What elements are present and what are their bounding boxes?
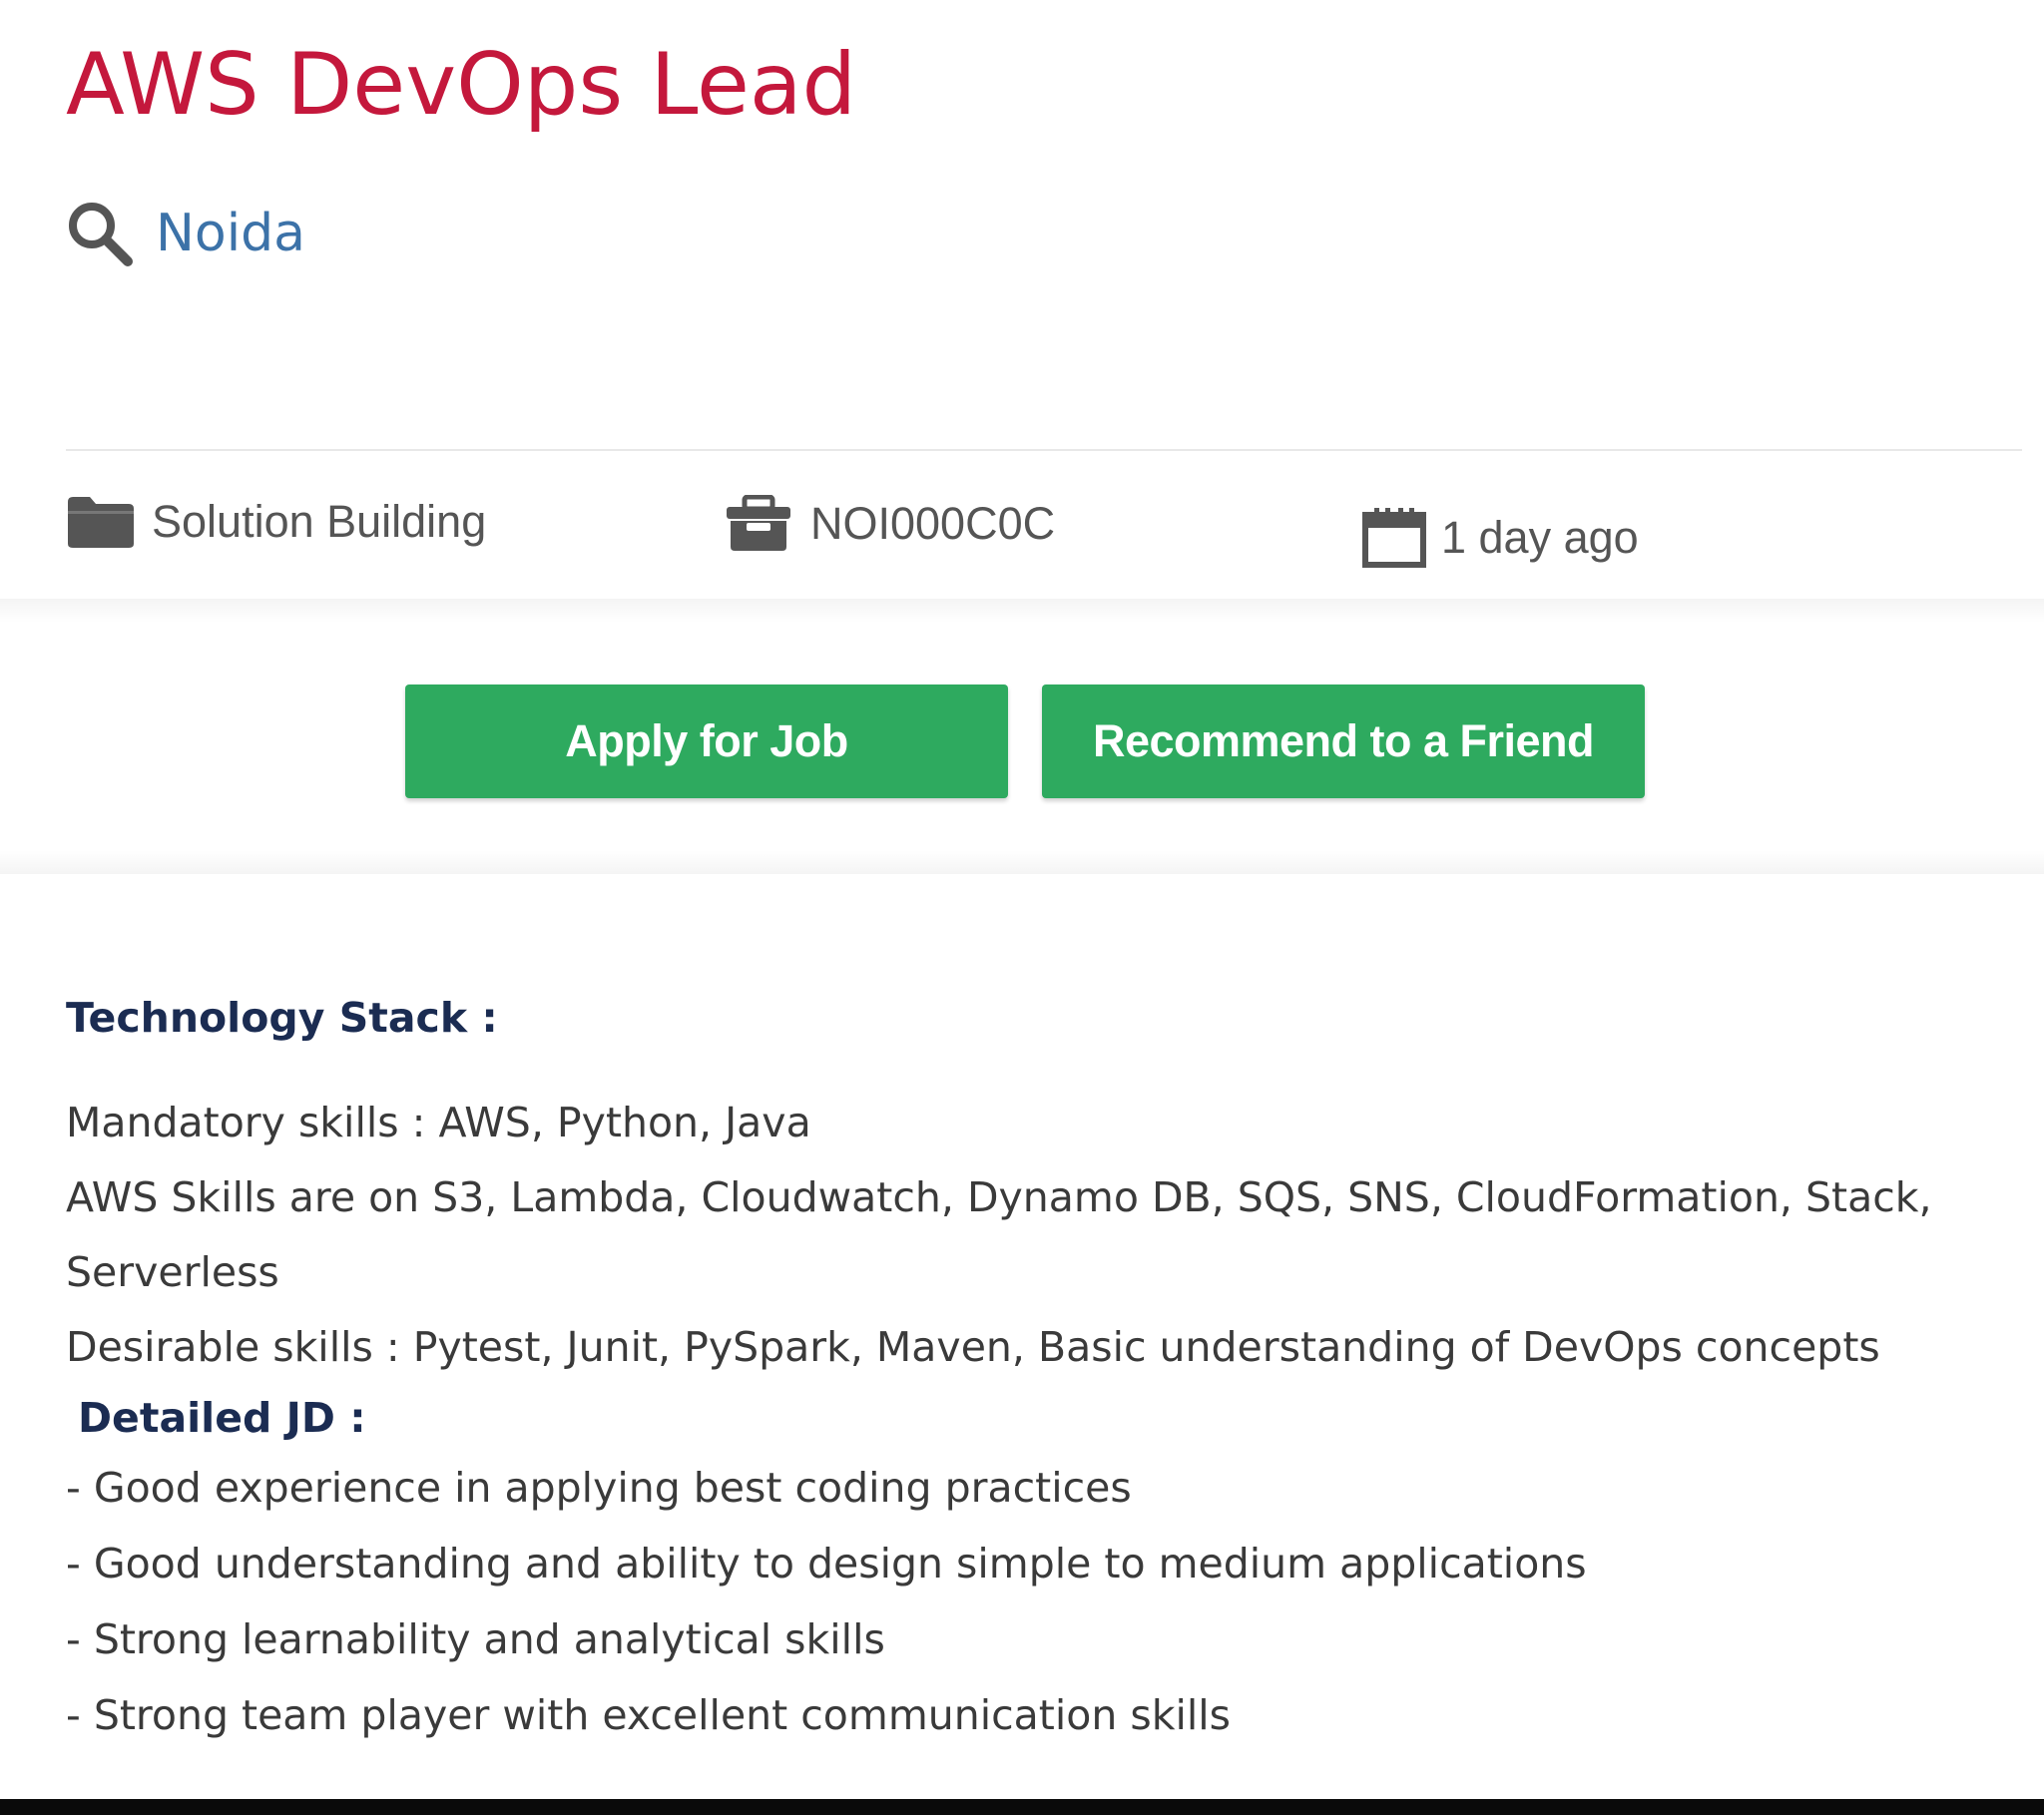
jd-line: - Strong team player with excellent comm…: [66, 1691, 1231, 1739]
briefcase-icon: [725, 495, 792, 553]
bottom-border: [0, 1799, 2044, 1815]
location-text: Noida: [156, 204, 306, 263]
job-code: NOI000C0C: [725, 489, 1055, 559]
tech-line: Desirable skills : Pytest, Junit, PySpar…: [66, 1323, 1880, 1371]
job-title: AWS DevOps Lead: [66, 35, 857, 135]
divider: [66, 449, 2022, 451]
jd-line: - Good understanding and ability to desi…: [66, 1540, 1587, 1588]
job-description: Technology Stack : Mandatory skills : AW…: [66, 978, 2022, 1754]
apply-button[interactable]: Apply for Job: [405, 684, 1008, 798]
tech-line: Serverless: [66, 1248, 279, 1296]
posted-text: 1 day ago: [1441, 512, 1639, 563]
tech-stack-list: Mandatory skills : AWS, Python, Java AWS…: [66, 1086, 2022, 1385]
tech-line: AWS Skills are on S3, Lambda, Cloudwatch…: [66, 1173, 1932, 1221]
job-detail-page: AWS DevOps Lead Noida Solution Building: [0, 0, 2044, 1799]
detailed-jd-list: - Good experience in applying best codin…: [66, 1451, 2022, 1754]
tech-stack-heading: Technology Stack :: [66, 994, 498, 1042]
job-category: Solution Building: [66, 487, 486, 557]
detailed-jd-heading: Detailed JD :: [78, 1394, 366, 1442]
job-posted: 1 day ago: [1361, 503, 1639, 573]
action-band-shadow-bottom: [0, 850, 2044, 874]
recommend-button[interactable]: Recommend to a Friend: [1042, 684, 1645, 798]
jd-line: - Good experience in applying best codin…: [66, 1464, 1132, 1512]
jd-line: - Strong learnability and analytical ski…: [66, 1615, 885, 1663]
search-icon: [66, 200, 134, 267]
action-band-shadow-top: [0, 599, 2044, 623]
folder-icon: [66, 494, 136, 550]
tech-line: Mandatory skills : AWS, Python, Java: [66, 1099, 811, 1146]
code-text: NOI000C0C: [810, 498, 1056, 549]
calendar-icon: [1361, 507, 1427, 569]
category-text: Solution Building: [152, 496, 487, 547]
job-location: Noida: [66, 196, 305, 271]
